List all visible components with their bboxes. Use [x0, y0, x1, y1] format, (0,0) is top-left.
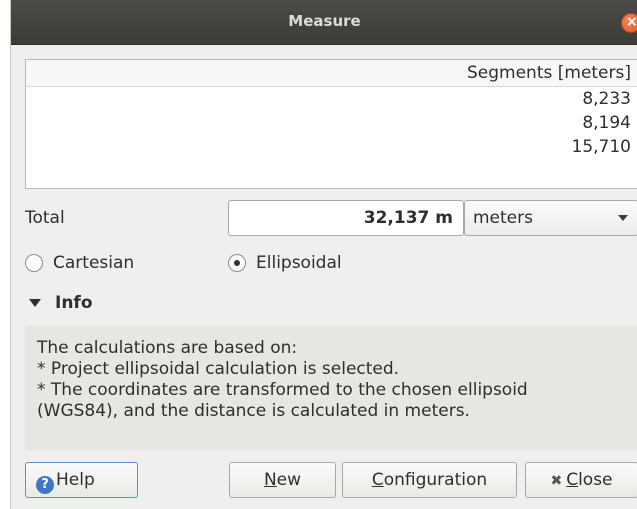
new-label: ew	[276, 470, 302, 490]
configuration-mnemonic: C	[371, 470, 384, 490]
ellipsoidal-label: Ellipsoidal	[256, 253, 342, 273]
help-label: Help	[56, 470, 95, 490]
info-line: * The coordinates are transformed to the…	[37, 380, 528, 400]
info-line: The calculations are based on:	[37, 338, 298, 358]
segments-header[interactable]: Segments [meters]	[26, 60, 637, 87]
close-x-icon: ✖	[550, 473, 563, 489]
close-label: lose	[578, 470, 613, 490]
configuration-button[interactable]: Configuration	[342, 462, 517, 498]
help-icon: ?	[36, 476, 54, 494]
units-select[interactable]: meters	[464, 200, 637, 236]
cartesian-radio[interactable]: Cartesian	[25, 253, 134, 273]
new-mnemonic: N	[263, 470, 277, 490]
segments-table[interactable]: Segments [meters] 8,233 8,194 15,710	[25, 59, 637, 189]
close-mnemonic: C	[566, 470, 579, 490]
close-button[interactable]: ✖ Close	[525, 462, 637, 498]
radio-circle[interactable]	[25, 254, 43, 272]
table-row[interactable]: 8,233	[26, 87, 631, 111]
total-value-field[interactable]: 32,137 m	[228, 200, 464, 236]
chevron-down-icon	[618, 215, 628, 221]
info-header-label: Info	[55, 293, 93, 313]
new-button[interactable]: New	[229, 462, 336, 498]
info-line: * Project ellipsoidal calculation is sel…	[37, 359, 400, 379]
close-icon[interactable]: ×	[621, 13, 637, 33]
info-line: (WGS84), and the distance is calculated …	[37, 401, 470, 421]
radio-circle-selected[interactable]	[228, 254, 246, 272]
window-title: Measure	[288, 12, 361, 30]
configuration-label: onfiguration	[383, 470, 488, 490]
table-row[interactable]: 15,710	[26, 135, 631, 159]
ellipsoidal-radio[interactable]: Ellipsoidal	[228, 253, 342, 273]
units-selected-value: meters	[473, 208, 533, 228]
total-label: Total	[25, 208, 65, 228]
cartesian-label: Cartesian	[53, 253, 135, 273]
info-box: The calculations are based on: * Project…	[25, 326, 637, 450]
triangle-down-icon	[29, 299, 41, 307]
measure-dialog: Measure × Segments [meters] 8,233 8,194 …	[10, 0, 637, 509]
table-row[interactable]: 8,194	[26, 111, 631, 135]
help-button[interactable]: ? Help	[25, 462, 138, 498]
title-bar[interactable]: Measure ×	[11, 0, 637, 45]
info-section-toggle[interactable]: Info	[25, 293, 93, 313]
